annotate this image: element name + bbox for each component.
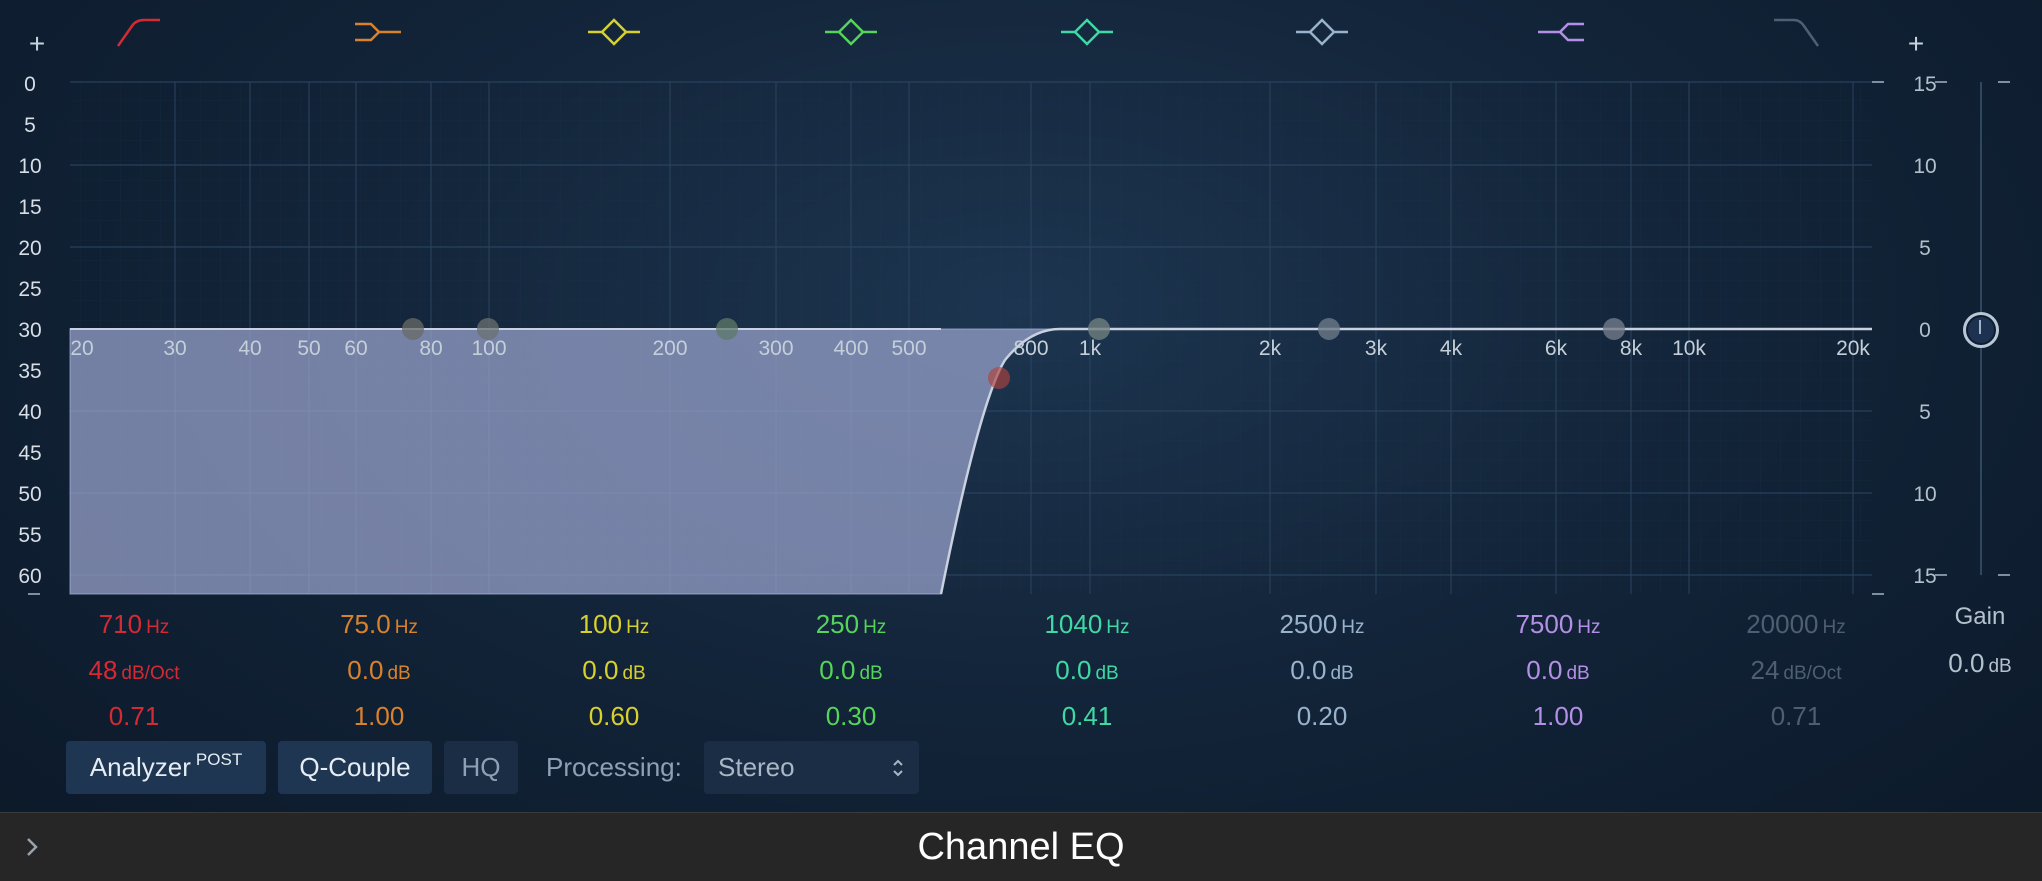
band-gain-unit: dB/Oct [121,663,180,684]
band-gain[interactable]: 0.0 [1055,655,1091,685]
band-frequency-unit: Hz [863,617,887,638]
frequency-tick-label: 3k [1364,337,1388,360]
eq-graph[interactable] [0,0,2042,600]
band-gain[interactable]: 0.0 [347,655,383,685]
processing-value: Stereo [718,752,795,782]
frequency-tick-label: 1k [1078,337,1102,360]
frequency-tick-label: 30 [163,337,187,360]
band-gain-unit: dB [1566,663,1590,684]
band-2-params: 75.0 Hz 0.0 dB 1.00 [274,603,484,737]
frequency-tick-label: 500 [891,337,927,360]
band-5-params: 1040 Hz 0.0 dB 0.41 [982,603,1192,737]
band-q[interactable]: 0.20 [1217,695,1427,737]
plugin-title: Channel EQ [917,826,1125,868]
frequency-tick-label: 50 [297,337,321,360]
band-frequency[interactable]: 1040 [1044,609,1102,639]
band-gain-unit: dB [1330,663,1354,684]
frequency-tick-label: 60 [344,337,368,360]
band-gain[interactable]: 24 [1751,655,1780,685]
frequency-tick-label: 4k [1439,337,1463,360]
q-couple-button[interactable]: Q-Couple [278,741,432,794]
band-6-node[interactable] [1318,318,1340,340]
band-gain-unit: dB [859,663,883,684]
band-8-params: 20000 Hz 24 dB/Oct 0.71 [1691,603,1901,737]
band-frequency-unit: Hz [146,617,170,638]
band-4-params: 250 Hz 0.0 dB 0.30 [746,603,956,737]
band-frequency[interactable]: 710 [99,609,142,639]
frequency-tick-label: 100 [471,337,507,360]
frequency-tick-label: 400 [833,337,869,360]
band-frequency-unit: Hz [1341,617,1365,638]
band-frequency[interactable]: 7500 [1515,609,1573,639]
frequency-tick-label: 20k [1836,337,1870,360]
band-1-node[interactable] [988,367,1010,389]
band-frequency-unit: Hz [1106,617,1130,638]
band-q[interactable]: 0.71 [1691,695,1901,737]
band-gain-unit: dB [1095,663,1119,684]
analyzer-mode-label: POST [195,750,243,769]
band-6-params: 2500 Hz 0.0 dB 0.20 [1217,603,1427,737]
gain-value[interactable]: 0.0 dB [1930,648,2030,679]
band-gain-unit: dB [387,663,411,684]
processing-label: Processing: [546,752,682,782]
band-3-params: 100 Hz 0.0 dB 0.60 [509,603,719,737]
band-q[interactable]: 1.00 [274,695,484,737]
band-frequency-unit: Hz [626,617,650,638]
band-frequency-unit: Hz [1822,617,1846,638]
band-frequency[interactable]: 250 [816,609,859,639]
frequency-tick-label: 300 [758,337,794,360]
band-4-node[interactable] [716,318,738,340]
plugin-footer: Channel EQ [0,812,2042,881]
frequency-tick-label: 800 [1013,337,1049,360]
gain-value-number[interactable]: 0.0 [1948,648,1984,678]
analyzer-label: Analyzer [89,752,191,782]
frequency-tick-label: 80 [419,337,443,360]
band-frequency-unit: Hz [394,617,418,638]
band-frequency[interactable]: 75.0 [340,609,391,639]
chevron-updown-icon [893,759,903,777]
frequency-tick-label: 8k [1619,337,1643,360]
frequency-tick-label: 2k [1258,337,1282,360]
analyzer-button[interactable]: Analyzer POST [66,741,266,794]
gain-slider-knob-indicator [1979,320,1981,334]
band-q[interactable]: 0.71 [29,695,239,737]
frequency-tick-label: 6k [1544,337,1568,360]
band-q[interactable]: 0.60 [509,695,719,737]
band-gain[interactable]: 48 [89,655,118,685]
band-q[interactable]: 1.00 [1453,695,1663,737]
band-q[interactable]: 0.41 [982,695,1192,737]
band-frequency[interactable]: 100 [579,609,622,639]
band-gain[interactable]: 0.0 [819,655,855,685]
band-gain-unit: dB/Oct [1783,663,1842,684]
frequency-tick-label: 10k [1672,337,1706,360]
processing-select[interactable]: Stereo [704,741,919,794]
frequency-tick-label: 40 [238,337,262,360]
band-frequency-unit: Hz [1577,617,1601,638]
channel-eq-window: + + 0 5 10 15 20 25 30 35 40 45 50 55 60… [0,0,2042,881]
band-frequency[interactable]: 20000 [1746,609,1818,639]
hq-button[interactable]: HQ [444,741,518,794]
frequency-tick-label: 200 [652,337,688,360]
band-7-params: 7500 Hz 0.0 dB 1.00 [1453,603,1663,737]
gain-slider-knob[interactable] [1963,312,1999,348]
band-q[interactable]: 0.30 [746,695,956,737]
gain-value-unit: dB [1988,656,2012,677]
band-gain[interactable]: 0.0 [1290,655,1326,685]
band-gain-unit: dB [622,663,646,684]
band-1-params: 710 Hz 48 dB/Oct 0.71 [29,603,239,737]
band-gain[interactable]: 0.0 [1526,655,1562,685]
gain-label: Gain [1954,603,2006,630]
band-gain[interactable]: 0.0 [582,655,618,685]
band-frequency[interactable]: 2500 [1279,609,1337,639]
frequency-tick-label: 20 [70,337,94,360]
